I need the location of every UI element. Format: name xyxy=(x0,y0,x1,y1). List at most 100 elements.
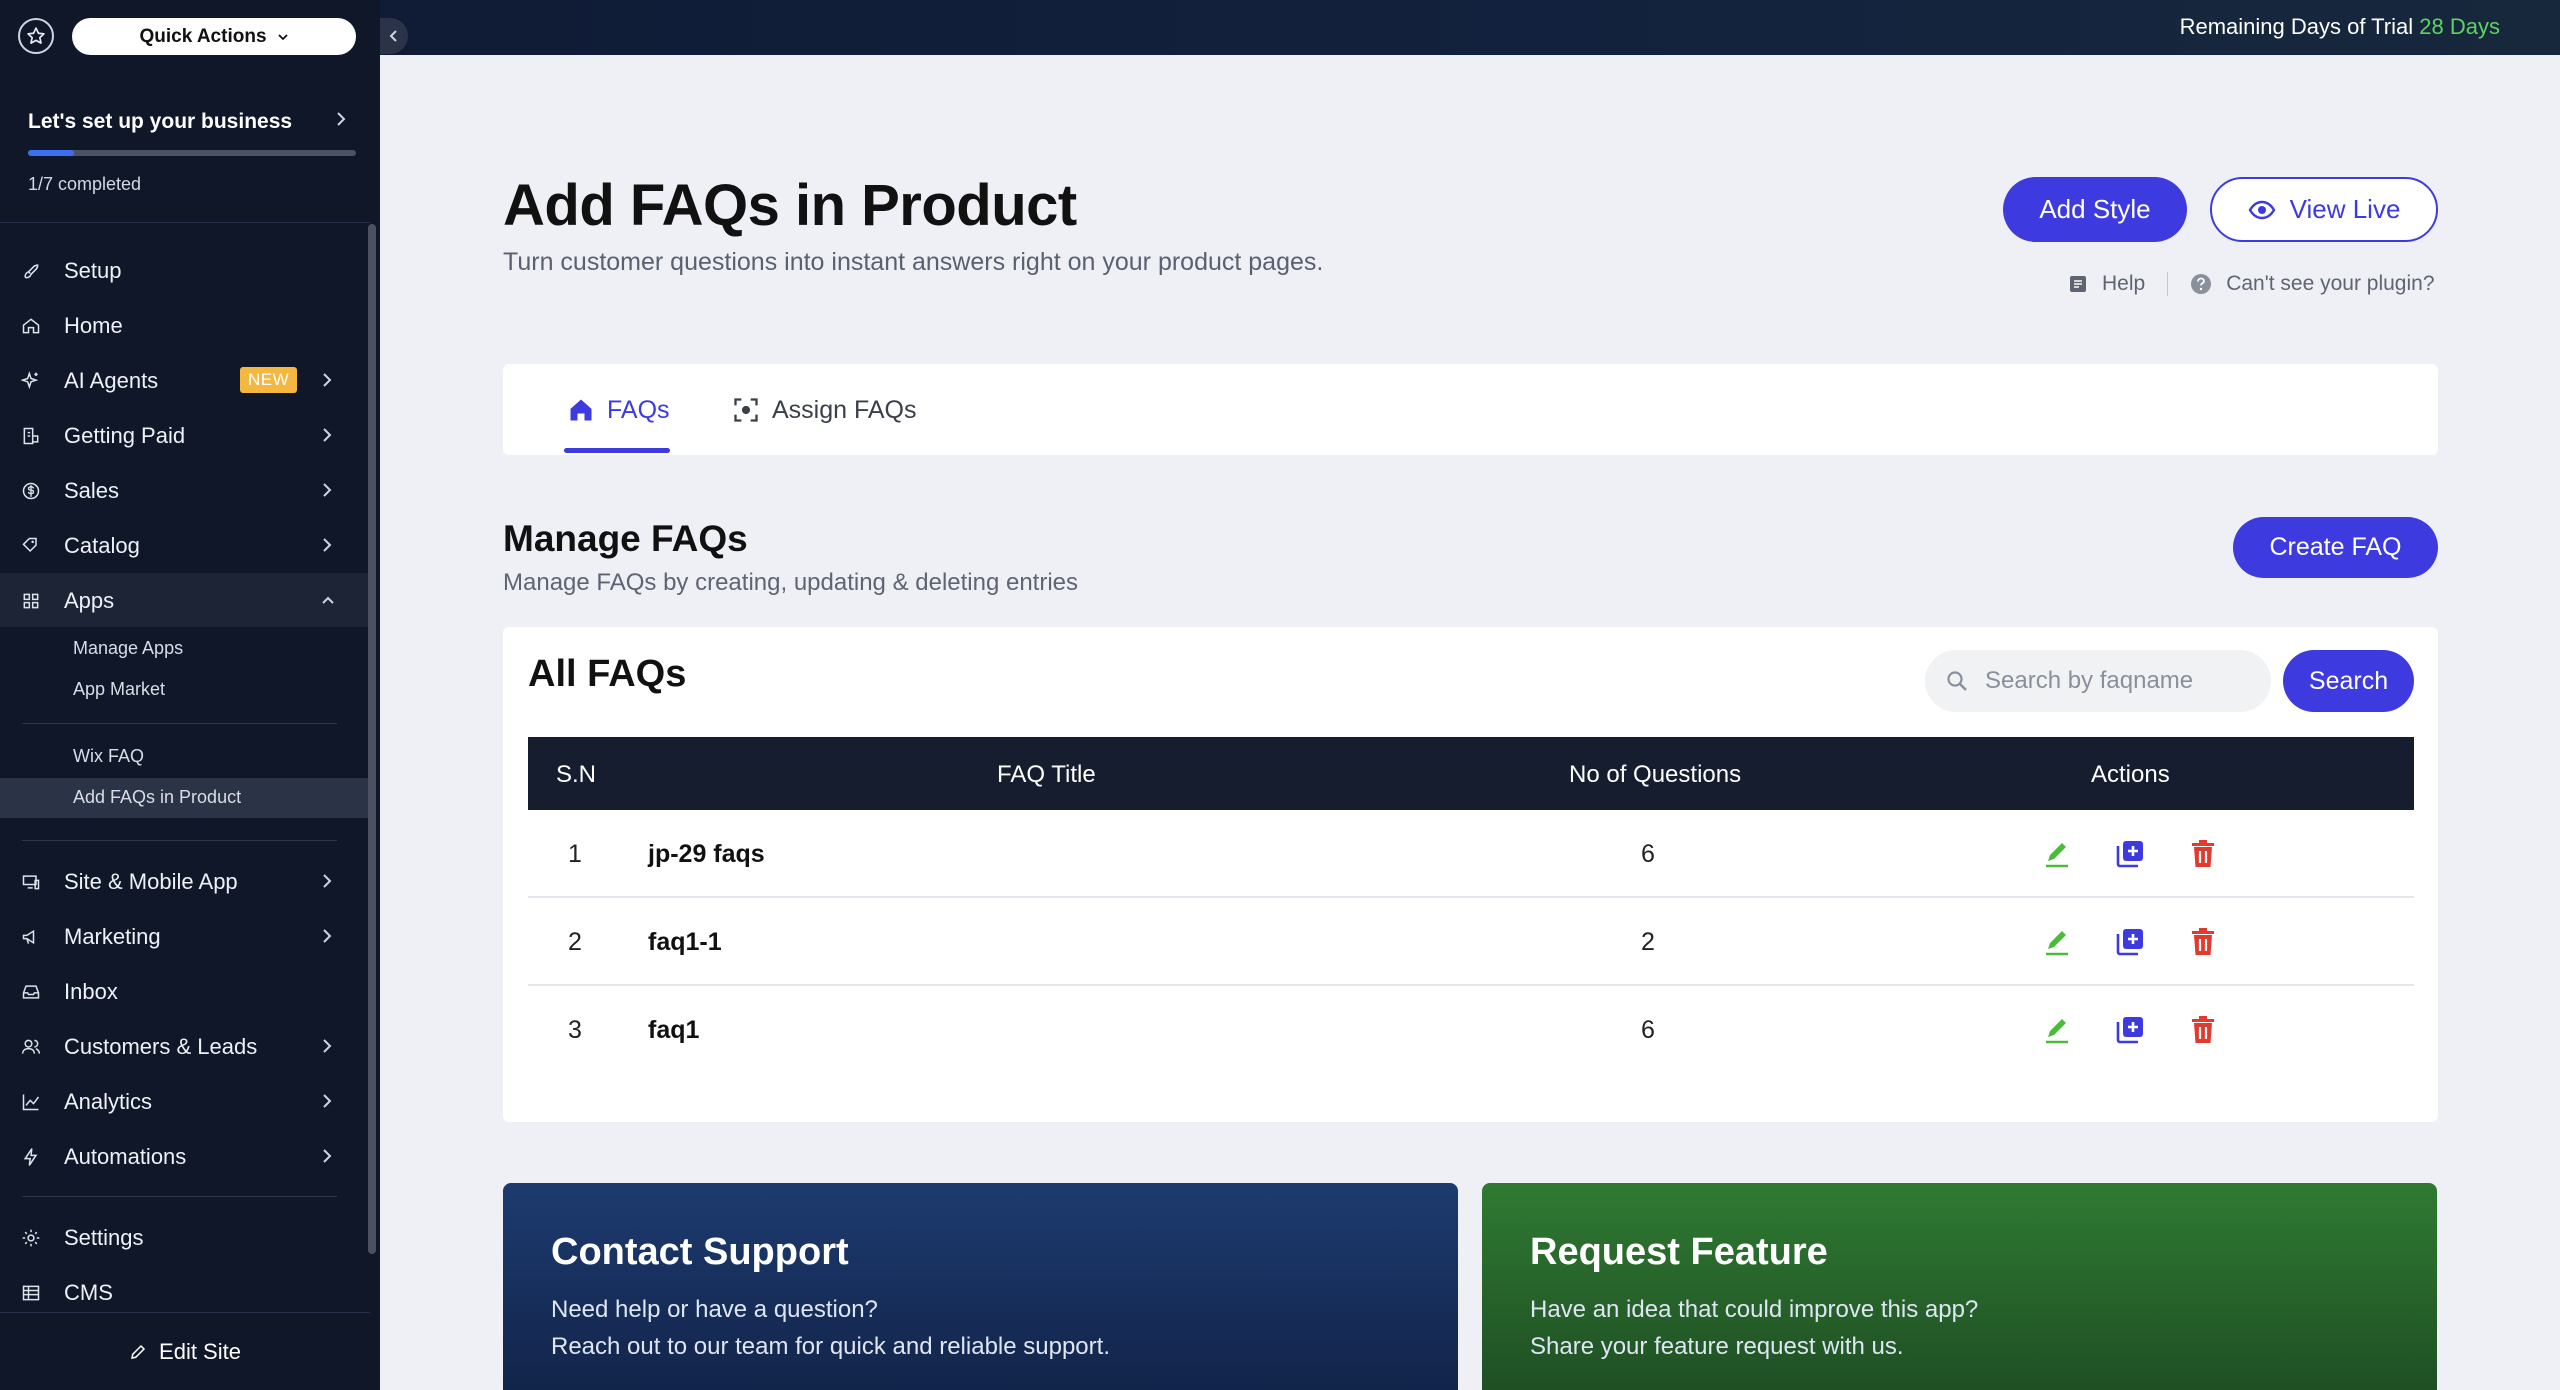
table-row: 2 faq1-1 2 xyxy=(528,898,2414,986)
star-icon xyxy=(27,27,45,44)
document-icon xyxy=(2070,276,2086,292)
chevron-left-icon xyxy=(389,30,397,42)
sidebar-item-analytics[interactable]: Analytics xyxy=(0,1074,370,1128)
sidebar-subitem-wix-faq[interactable]: Wix FAQ xyxy=(0,737,370,777)
setup-title: Let's set up your business xyxy=(28,110,293,133)
copy-plus-icon xyxy=(2116,841,2143,868)
edit-site-label: Edit Site xyxy=(159,1338,241,1364)
delete-button[interactable] xyxy=(2186,837,2220,871)
sidebar-item-ai-agents[interactable]: AI Agents NEW xyxy=(0,353,370,407)
contact-support-card[interactable]: Contact Support Need help or have a ques… xyxy=(503,1183,1458,1390)
sidebar-subitem-label: App Market xyxy=(73,679,166,699)
active-tab-indicator xyxy=(564,448,670,453)
table-row: 3 faq1 6 xyxy=(528,986,2414,1074)
sidebar-item-cms[interactable]: CMS xyxy=(0,1265,370,1319)
sidebar-item-automations[interactable]: Automations xyxy=(0,1129,370,1183)
sidebar-item-label: Home xyxy=(64,313,123,338)
sidebar-subitem-manage-apps[interactable]: Manage Apps xyxy=(0,629,370,669)
trial-indicator: Remaining Days of Trial 28 Days xyxy=(2180,14,2500,40)
edit-button[interactable] xyxy=(2040,837,2074,871)
section-title: Manage FAQs xyxy=(503,518,748,559)
setup-progress-fill xyxy=(28,150,74,156)
quick-actions-label: Quick Actions xyxy=(139,25,267,47)
sidebar-item-apps[interactable]: Apps xyxy=(0,573,370,627)
payment-icon xyxy=(20,425,42,447)
request-feature-card[interactable]: Request Feature Have an idea that could … xyxy=(1482,1183,2437,1390)
tab-faqs[interactable]: FAQs xyxy=(567,390,670,430)
column-header-questions: No of Questions xyxy=(1569,761,1742,788)
table-icon xyxy=(20,1282,42,1304)
sidebar-scrollbar[interactable] xyxy=(368,224,376,1254)
sidebar-item-setup[interactable]: Setup xyxy=(0,243,370,297)
edit-button[interactable] xyxy=(2040,925,2074,959)
create-faq-button[interactable]: Create FAQ xyxy=(2233,517,2438,578)
row-title: jp-29 faqs xyxy=(648,840,765,868)
edit-site-button[interactable]: Edit Site xyxy=(0,1312,370,1390)
promo-text: Share your feature request with us. xyxy=(1530,1333,1904,1360)
chevron-right-icon xyxy=(323,1149,332,1163)
sidebar-subitem-label: Manage Apps xyxy=(73,638,184,658)
cant-see-plugin-link[interactable]: Can't see your plugin? xyxy=(2226,272,2434,296)
promo-text: Have an idea that could improve this app… xyxy=(1530,1296,1979,1323)
chevron-right-icon xyxy=(337,112,346,126)
add-style-button[interactable]: Add Style xyxy=(2003,177,2187,242)
trial-days: 28 Days xyxy=(2419,14,2500,39)
tag-icon xyxy=(20,535,42,557)
sidebar-subitem-app-market[interactable]: App Market xyxy=(0,670,370,710)
row-title: faq1-1 xyxy=(648,928,722,956)
search-input[interactable] xyxy=(1985,667,2255,695)
edit-button[interactable] xyxy=(2040,1013,2074,1047)
setup-progress-card[interactable]: Let's set up your business 1/7 completed xyxy=(0,90,370,223)
duplicate-button[interactable] xyxy=(2113,1013,2147,1047)
copy-plus-icon xyxy=(2116,1017,2143,1044)
row-question-count: 2 xyxy=(1641,928,1655,956)
new-badge: NEW xyxy=(240,367,298,393)
sidebar-item-label: Setup xyxy=(64,258,122,283)
column-header-title: FAQ Title xyxy=(997,761,1096,788)
pencil-icon xyxy=(2046,1019,2068,1044)
pencil-icon xyxy=(2046,931,2068,956)
sidebar-subitem-add-faqs[interactable]: Add FAQs in Product xyxy=(0,778,370,818)
tabs-bar: FAQs Assign FAQs xyxy=(503,364,2438,455)
sidebar-item-sales[interactable]: Sales xyxy=(0,463,370,517)
sidebar-item-catalog[interactable]: Catalog xyxy=(0,518,370,572)
tab-assign-faqs[interactable]: Assign FAQs xyxy=(732,390,917,430)
trash-icon xyxy=(2192,1016,2214,1043)
faq-table-card: All FAQs Search S.N FAQ Title No of Ques… xyxy=(503,627,2438,1122)
table-row: 1 jp-29 faqs 6 xyxy=(528,810,2414,898)
sidebar-item-site-mobile-app[interactable]: Site & Mobile App xyxy=(0,854,370,908)
row-question-count: 6 xyxy=(1641,840,1655,868)
quick-actions-button[interactable]: Quick Actions xyxy=(72,18,356,55)
delete-button[interactable] xyxy=(2186,925,2220,959)
sidebar-item-home[interactable]: Home xyxy=(0,298,370,352)
sidebar-item-inbox[interactable]: Inbox xyxy=(0,964,370,1018)
card-title: All FAQs xyxy=(528,653,687,695)
focus-frame-icon xyxy=(734,398,758,422)
duplicate-button[interactable] xyxy=(2113,925,2147,959)
search-button[interactable]: Search xyxy=(2283,650,2414,712)
sidebar-item-settings[interactable]: Settings xyxy=(0,1210,370,1264)
view-live-button[interactable]: View Live xyxy=(2210,177,2438,242)
delete-button[interactable] xyxy=(2186,1013,2220,1047)
sidebar-item-label: Sales xyxy=(64,478,120,503)
help-link[interactable]: Help xyxy=(2102,272,2145,296)
sidebar-item-label: Settings xyxy=(64,1225,144,1250)
question-circle-icon xyxy=(2191,274,2212,294)
home-icon xyxy=(20,315,42,337)
row-question-count: 6 xyxy=(1641,1016,1655,1044)
chevron-right-icon xyxy=(323,538,332,552)
sidebar-item-getting-paid[interactable]: Getting Paid xyxy=(0,408,370,462)
setup-progress-bar xyxy=(28,150,356,156)
pencil-icon xyxy=(2046,843,2068,868)
tab-label: Assign FAQs xyxy=(772,395,917,424)
duplicate-button[interactable] xyxy=(2113,837,2147,871)
sidebar-divider xyxy=(22,840,337,841)
chart-icon xyxy=(20,1091,42,1113)
favorites-button[interactable] xyxy=(18,18,54,54)
search-field[interactable] xyxy=(1925,650,2271,712)
help-links: Help Can't see your plugin? xyxy=(2068,270,2435,298)
sidebar-item-customers-leads[interactable]: Customers & Leads xyxy=(0,1019,370,1073)
search-icon xyxy=(1947,671,1967,691)
promo-text: Reach out to our team for quick and reli… xyxy=(551,1333,1110,1360)
sidebar-item-marketing[interactable]: Marketing xyxy=(0,909,370,963)
